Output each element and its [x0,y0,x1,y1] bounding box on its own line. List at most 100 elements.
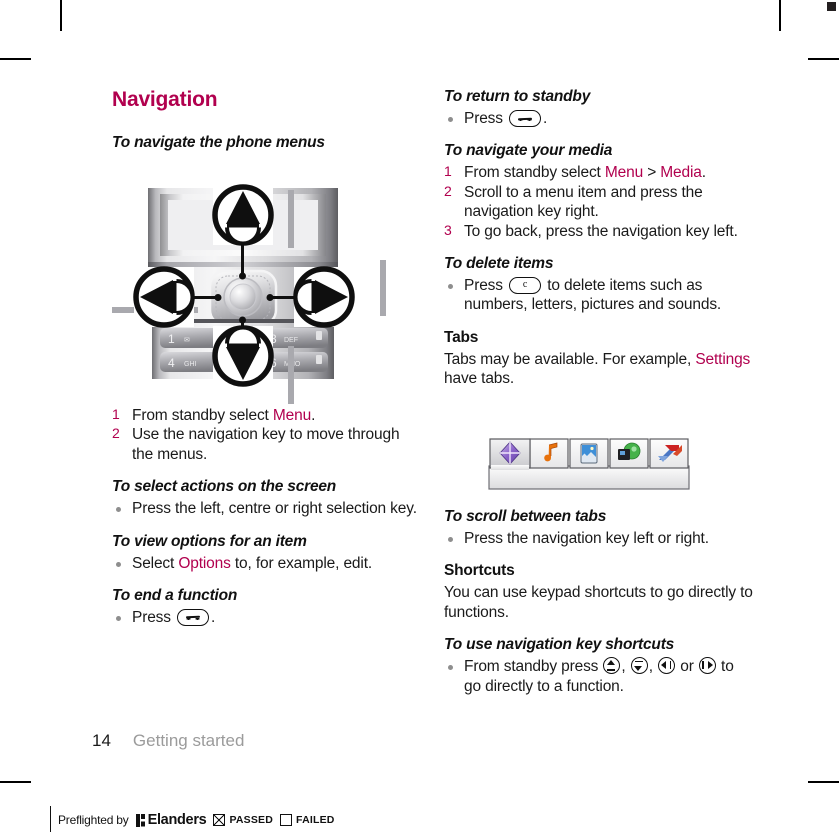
nav-right-key-icon [698,657,716,675]
bullet-text: Press the navigation key left or right. [464,530,709,547]
right-column-lower: To scroll between tabs Press the navigat… [444,508,754,710]
glyph-separator-1: , [621,658,630,676]
bullet-text-after: . [211,608,216,626]
right-column: To return to standby Press . To navigate… [444,88,754,402]
tabs-body-paragraph: Tabs may be available. For example, Sett… [444,350,754,389]
clear-key-icon: c [509,276,542,294]
left-column: Navigation To navigate the phone menus [112,88,422,155]
nav-left-key-icon [658,657,676,675]
bullet-text-after: . [543,110,548,127]
nav-left-callout [133,266,195,328]
nav-down-callout [212,325,274,387]
steps-navigate-phone-menus: 1 From standby select Menu. 2 Use the na… [112,406,422,464]
list-item: Press . [444,109,754,128]
nav-right-callout [293,266,355,328]
step-text-after: . [311,407,316,424]
tab-music [529,438,569,469]
bullets-nav-shortcuts: From standby press , , or to go directly… [444,657,754,696]
list-item: 2 Use the navigation key to move through… [112,425,422,464]
heading-to-return-to-standby: To return to standby [444,88,591,105]
bullet-dot-icon [448,283,453,289]
media-term: Media [660,164,702,182]
step-text-before: From standby select [464,164,605,182]
bullets-return-standby: Press . [444,109,754,128]
list-item: Press the navigation key left or right. [444,529,754,548]
heading-to-navigate-phone-menus: To navigate the phone menus [112,134,325,151]
phone-navigation-illustration: ☰ C 1 ✉ 3 DEF 4 GHI 6 MNO [112,176,412,404]
step-number: 1 [444,163,452,180]
page-number: 14 [92,731,111,750]
heading-tabs: Tabs [444,328,479,346]
tab-pictures [569,438,609,469]
end-call-key-icon [177,608,210,626]
tabs-body-before: Tabs may be available. For example, [444,350,696,368]
passed-label: PASSED [229,814,274,826]
heading-to-view-options: To view options for an item [112,532,307,550]
svg-text:4: 4 [168,356,175,370]
list-item: 3 To go back, press the navigation key l… [444,222,754,241]
bullet-dot-icon [116,561,121,567]
step-number: 2 [444,182,452,199]
bullet-dot-icon [448,665,453,671]
list-item: 2 Scroll to a menu item and press the na… [444,183,754,222]
settings-term: Settings [695,350,751,368]
preflight-bar: Preflighted by Elanders PASSED FAILED [50,806,335,832]
nav-up-callout [212,184,274,246]
list-item: Select Options to, for example, edit. [112,554,422,573]
bullet-dot-icon [116,507,121,513]
options-term: Options [178,554,231,572]
step-text-before: From standby select [132,407,273,424]
preflight-divider [50,806,52,832]
bullets-select-actions: Press the left, centre or right selectio… [112,499,422,518]
nav-down-key-icon [630,657,648,675]
tabs-body-after: have tabs. [444,370,515,387]
svg-text:✉: ✉ [184,337,190,344]
bullet-text-before: Press [464,276,508,294]
page-title: Navigation [112,88,218,111]
left-column-lower: 1 From standby select Menu. 2 Use the na… [112,406,422,641]
step-text-after: . [701,164,706,182]
running-head: Getting started [132,731,245,750]
tab-bar-illustration [487,436,692,491]
heading-to-navigate-your-media: To navigate your media [444,142,613,160]
steps-navigate-media: 1 From standby select Menu > Media. 2 Sc… [444,163,754,241]
heading-to-end-function: To end a function [112,586,238,604]
preflight-label: Preflighted by [58,813,129,827]
heading-to-delete-items: To delete items [444,254,554,272]
step-text: To go back, press the navigation key lef… [464,222,738,240]
step-text-mid: > [643,164,661,182]
bullet-text-before: Press [132,608,176,626]
heading-shortcuts: Shortcuts [444,562,515,580]
step-text: Scroll to a menu item and press the navi… [464,183,703,221]
bullets-end-function: Press . [112,608,422,627]
preflight-passed: PASSED [213,814,273,826]
tab-games [649,438,689,469]
shortcuts-body-paragraph: You can use keypad shortcuts to go direc… [444,584,753,621]
list-item: From standby press , , or to go directly… [444,657,754,696]
menu-term: Menu [272,407,312,424]
bullet-text-before: Select [132,554,179,572]
list-item: Press . [112,608,422,627]
step-number: 2 [112,425,120,442]
bullet-text-before: Press [464,110,508,127]
page-footer: 14 Getting started [92,731,244,751]
bullet-text-after: to, for example, edit. [230,554,373,572]
manual-page: Navigation To navigate the phone menus 1… [0,0,839,839]
elanders-mark-icon [135,813,145,827]
step-text: Use the navigation key to move through t… [132,426,400,463]
heading-to-select-actions: To select actions on the screen [112,478,337,496]
nav-up-key-icon [603,657,621,675]
tab-video [609,438,649,469]
glyph-separator-3: or [676,658,698,676]
list-item: Press the left, centre or right selectio… [112,499,422,518]
heading-to-scroll-between-tabs: To scroll between tabs [444,508,607,525]
end-call-key-icon [509,110,542,127]
heading-to-use-navigation-key-shortcuts: To use navigation key shortcuts [444,636,675,654]
bullets-delete-items: Press c to delete items such as numbers,… [444,276,754,315]
bullets-scroll-tabs: Press the navigation key left or right. [444,529,754,548]
bullet-dot-icon [116,615,121,621]
checkbox-unchecked-icon [280,814,293,826]
bullets-view-options: Select Options to, for example, edit. [112,554,422,573]
bullet-text-before: From standby press [464,658,603,676]
svg-text:DEF: DEF [284,337,298,344]
